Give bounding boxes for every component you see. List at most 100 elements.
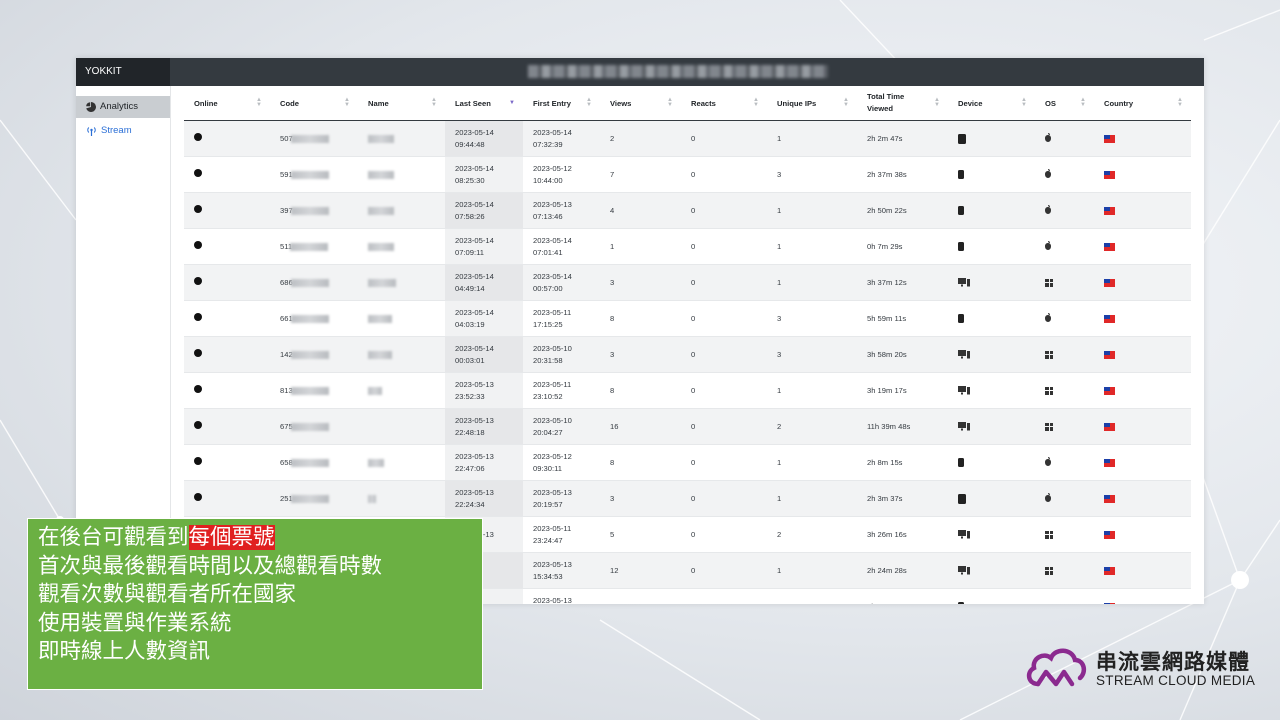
last-seen-cell: 2023-05-14 09:44:48 [445,120,523,157]
online-cell [184,228,270,265]
column-header-unique-ips[interactable]: Unique IPs ▲ ▼ [767,86,857,121]
blurred-code [290,494,329,503]
total-time-cell: 0h 7m 29s [857,228,948,265]
taiwan-flag-icon [1104,134,1115,143]
total-time-cell: 3h 37m 12s [857,264,948,301]
phone-icon [958,242,964,251]
sort-icon: ▲ ▼ [431,97,437,108]
first-entry-cell: 2023-05-14 07:32:39 [523,120,600,157]
os-cell [1035,336,1094,373]
sidebar-item-stream[interactable]: Stream [76,120,170,142]
desktop-icon [958,386,970,395]
taiwan-flag-icon [1104,494,1115,503]
first-entry-cell: 2023-05-10 20:31:58 [523,336,600,373]
windows-icon [1045,422,1053,431]
apple-icon [1045,493,1051,502]
reacts-cell: 0 [681,444,767,481]
table-row[interactable]: 507 2023-05-14 09:44:48 2023-05-14 07:32:39 2… [184,120,1191,157]
country-cell [1094,408,1191,445]
code-cell: 142 [270,336,358,373]
online-status-dot [194,492,202,501]
country-cell [1094,444,1191,481]
views-cell: 4 [600,192,681,229]
device-cell [948,228,1035,265]
phone-icon [958,206,964,215]
table-row[interactable]: 686 2023-05-14 04:49:14 2023-05-14 00:57:00 3… [184,264,1191,301]
first-entry-cell: 2023-05-14 07:01:41 [523,228,600,265]
column-header-name[interactable]: Name ▲ ▼ [358,86,445,121]
table-row[interactable]: 658 2023-05-13 22:47:06 2023-05-12 09:30:11 8… [184,444,1191,481]
column-header-views[interactable]: Views ▲ ▼ [600,86,681,121]
unique-ips-cell: 1 [767,228,857,265]
os-cell [1035,372,1094,409]
views-cell: 3 [600,336,681,373]
last-seen-cell: 2023-05-14 07:58:26 [445,192,523,229]
last-seen-cell: 2023-05-14 04:03:19 [445,300,523,337]
last-seen-cell: 2023-05-14 00:03:01 [445,336,523,373]
code-cell: 591 [270,156,358,193]
table-row[interactable]: 813 2023-05-13 23:52:33 2023-05-11 23:10:52 8… [184,372,1191,409]
country-cell [1094,156,1191,193]
views-cell: 8 [600,300,681,337]
column-header-first-entry[interactable]: First Entry ▲ ▼ [523,86,600,121]
column-header-device[interactable]: Device ▲ ▼ [948,86,1035,121]
views-cell: 16 [600,408,681,445]
column-header-last-seen[interactable]: Last Seen ▼ [445,86,523,121]
blurred-code [290,458,329,467]
taiwan-flag-icon [1104,314,1115,323]
name-cell [358,300,445,337]
table-row[interactable]: 591 2023-05-14 08:25:30 2023-05-12 10:44:00 7… [184,156,1191,193]
unique-ips-cell: 3 [767,300,857,337]
blurred-code [290,242,329,251]
column-header-online[interactable]: Online ▲ ▼ [184,86,270,121]
unique-ips-cell: 2 [767,588,857,604]
taiwan-flag-icon [1104,242,1115,251]
column-header-os[interactable]: OS ▲ ▼ [1035,86,1094,121]
code-cell: 397 [270,192,358,229]
os-cell [1035,588,1094,604]
taiwan-flag-icon [1104,602,1115,604]
sort-icon: ▲ ▼ [1080,97,1086,108]
table-row[interactable]: 675 2023-05-13 22:48:18 2023-05-10 20:04:27 1… [184,408,1191,445]
column-header-total-time-viewed[interactable]: Total Time Viewed ▲ ▼ [857,86,948,121]
online-status-dot [194,204,202,213]
table-row[interactable]: 511 2023-05-14 07:09:11 2023-05-14 07:01:41 1… [184,228,1191,265]
unique-ips-cell: 1 [767,480,857,517]
column-header-country[interactable]: Country ▲ ▼ [1094,86,1191,121]
total-time-cell: 5h 59m 11s [857,300,948,337]
brand-logo[interactable]: YOKKIT [76,58,170,86]
reacts-cell: 0 [681,192,767,229]
table-row[interactable]: 142 2023-05-14 00:03:01 2023-05-10 20:31:58 3… [184,336,1191,373]
sidebar-item-analytics[interactable]: Analytics [76,96,170,118]
table-row[interactable]: 251 2023-05-13 22:24:34 2023-05-13 20:19:57 3… [184,480,1191,517]
reacts-cell: 0 [681,516,767,553]
blurred-name [368,350,392,359]
total-time-cell: 2h 24m 28s [857,552,948,589]
stream-cloud-media-logo: 串流雲網路媒體 STREAM CLOUD MEDIA [1024,644,1264,692]
online-cell [184,156,270,193]
total-time-cell: 2h 2m 47s [857,120,948,157]
pie-chart-icon [86,102,96,112]
os-cell [1035,444,1094,481]
device-cell [948,156,1035,193]
column-header-code[interactable]: Code ▲ ▼ [270,86,358,121]
top-navbar: YOKKIT [76,58,1204,86]
views-cell: 2 [600,588,681,604]
callout-highlight: 每個票號 [188,525,275,550]
total-time-cell: 3h 58m 20s [857,336,948,373]
table-row[interactable]: 397 2023-05-14 07:58:26 2023-05-13 07:13:46 4… [184,192,1191,229]
last-seen-cell: 2023-05-13 22:47:06 [445,444,523,481]
column-header-reacts[interactable]: Reacts ▲ ▼ [681,86,767,121]
last-seen-cell: 2023-05-14 08:25:30 [445,156,523,193]
table-row[interactable]: 661 2023-05-14 04:03:19 2023-05-11 17:15:25 8… [184,300,1191,337]
country-cell [1094,192,1191,229]
last-seen-cell: 2023-05-13 22:24:34 [445,480,523,517]
desktop-icon [958,530,970,539]
online-cell [184,336,270,373]
callout-line-2: 首次與最後觀看時間以及總觀看時數 [38,553,383,579]
desktop-icon [958,350,970,359]
reacts-cell: 0 [681,120,767,157]
country-cell [1094,552,1191,589]
blurred-code [290,134,329,143]
apple-icon [1045,241,1051,250]
